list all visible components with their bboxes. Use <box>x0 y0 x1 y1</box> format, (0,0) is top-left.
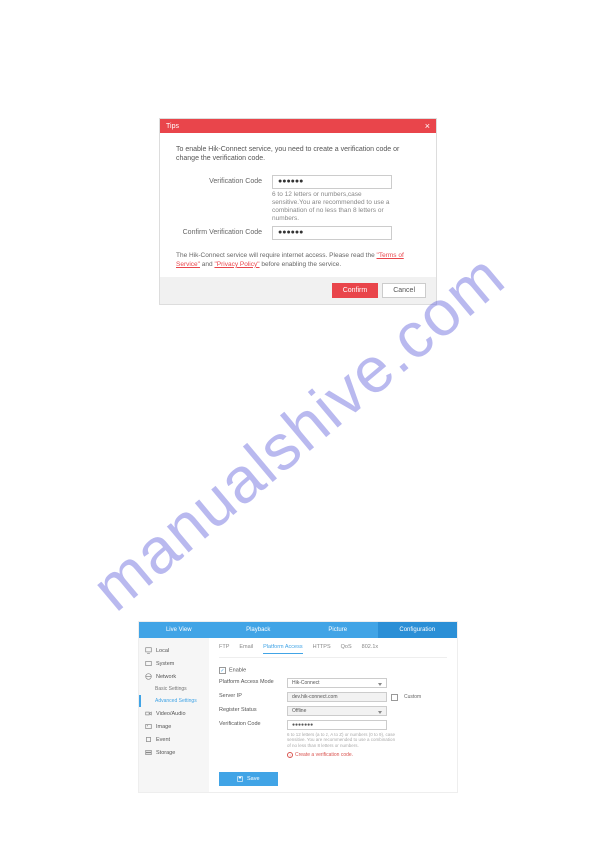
dialog-body: To enable Hik-Connect service, you need … <box>160 133 436 277</box>
custom-checkbox[interactable] <box>391 694 398 701</box>
sidebar-item-label: Network <box>156 674 176 680</box>
tab-live-view[interactable]: Live View <box>139 622 219 638</box>
verification-code-label: Verification Code <box>176 175 272 222</box>
server-ip-input[interactable]: dev.hik-connect.com <box>287 692 387 702</box>
tab-picture[interactable]: Picture <box>298 622 378 638</box>
tab-playback[interactable]: Playback <box>219 622 299 638</box>
register-status-field: Offline <box>287 706 387 716</box>
sidebar-item-label: System <box>156 661 174 667</box>
vcode-input[interactable]: ●●●●●●● <box>287 720 387 730</box>
dialog-intro-text: To enable Hik-Connect service, you need … <box>176 145 420 163</box>
register-status-row: Register Status Offline <box>219 706 447 716</box>
sidebar-item-label: Image <box>156 724 171 730</box>
globe-icon <box>145 673 152 680</box>
verification-code-input[interactable]: ●●●●●● <box>272 175 392 189</box>
confirm-code-row: Confirm Verification Code ●●●●●● <box>176 226 420 240</box>
sidebar-item-label: Advanced Settings <box>155 698 197 704</box>
sidebar-item-storage[interactable]: Storage <box>139 746 209 759</box>
sidebar-item-label: Event <box>156 737 170 743</box>
enable-checkbox[interactable]: ✓ <box>219 667 226 674</box>
configuration-panel: Live View Playback Picture Configuration… <box>138 621 458 793</box>
verification-code-row: Verification Code ●●●●●●● 6 to 12 letter… <box>219 720 447 758</box>
warning-label: Create a verification code. <box>295 752 353 758</box>
close-icon[interactable]: × <box>425 121 430 131</box>
server-ip-row: Server IP dev.hik-connect.com Custom <box>219 692 447 702</box>
monitor-icon <box>145 647 152 654</box>
dialog-title: Tips <box>166 123 425 130</box>
tips-dialog: Tips × To enable Hik-Connect service, yo… <box>159 118 437 305</box>
sidebar-item-local[interactable]: Local <box>139 644 209 657</box>
system-icon <box>145 660 152 667</box>
warning-icon: ! <box>287 752 293 758</box>
register-status-label: Register Status <box>219 706 287 713</box>
legal-suffix: before enabling the service. <box>260 261 342 268</box>
confirm-code-label: Confirm Verification Code <box>176 226 272 240</box>
subtab-8021x[interactable]: 802.1x <box>362 644 379 654</box>
sidebar-item-system[interactable]: System <box>139 657 209 670</box>
sidebar-item-label: Storage <box>156 750 175 756</box>
sub-tabs: FTP Email Platform Access HTTPS QoS 802.… <box>219 644 447 658</box>
image-icon <box>145 723 152 730</box>
enable-row: ✓Enable <box>219 666 447 674</box>
sidebar-item-event[interactable]: Event <box>139 733 209 746</box>
legal-text: The Hik-Connect service will require int… <box>176 252 420 269</box>
sidebar-item-label: Video/Audio <box>156 711 186 717</box>
save-label: Save <box>247 776 260 782</box>
legal-prefix: The Hik-Connect service will require int… <box>176 252 377 259</box>
storage-icon <box>145 749 152 756</box>
sidebar-item-network[interactable]: Network <box>139 670 209 683</box>
save-icon <box>237 776 243 782</box>
tab-configuration[interactable]: Configuration <box>378 622 458 638</box>
sidebar-item-label: Local <box>156 648 169 654</box>
sidebar-item-advanced-settings[interactable]: Advanced Settings <box>139 695 209 707</box>
warning-text: ! Create a verification code. <box>287 752 447 758</box>
vcode-hint: 6 to 12 letters (a to z, A to Z) or numb… <box>287 732 397 748</box>
subtab-ftp[interactable]: FTP <box>219 644 229 654</box>
custom-label: Custom <box>404 694 421 700</box>
subtab-platform-access[interactable]: Platform Access <box>263 644 302 654</box>
platform-mode-row: Platform Access Mode Hik-Connect <box>219 678 447 688</box>
server-ip-label: Server IP <box>219 692 287 699</box>
legal-and: and <box>202 261 215 268</box>
video-icon <box>145 710 152 717</box>
verification-code-row: Verification Code ●●●●●● 6 to 12 letters… <box>176 175 420 222</box>
vcode-label: Verification Code <box>219 720 287 727</box>
subtab-https[interactable]: HTTPS <box>313 644 331 654</box>
cancel-button[interactable]: Cancel <box>382 283 426 298</box>
confirm-button[interactable]: Confirm <box>332 283 379 298</box>
sidebar-item-label: Basic Settings <box>155 686 187 692</box>
sidebar: Local System Network Basic Settings Adva… <box>139 638 209 792</box>
privacy-policy-link[interactable]: "Privacy Policy" <box>214 261 259 268</box>
content-area: FTP Email Platform Access HTTPS QoS 802.… <box>209 638 457 792</box>
save-button[interactable]: Save <box>219 772 278 786</box>
event-icon <box>145 736 152 743</box>
subtab-qos[interactable]: QoS <box>341 644 352 654</box>
subtab-email[interactable]: Email <box>239 644 253 654</box>
top-nav: Live View Playback Picture Configuration <box>139 622 457 638</box>
enable-label: Enable <box>229 668 246 674</box>
verification-code-hint: 6 to 12 letters or numbers,case sensitiv… <box>272 191 392 222</box>
sidebar-item-video-audio[interactable]: Video/Audio <box>139 707 209 720</box>
dialog-footer: Confirm Cancel <box>160 277 436 304</box>
sidebar-item-image[interactable]: Image <box>139 720 209 733</box>
confirm-code-input[interactable]: ●●●●●● <box>272 226 392 240</box>
platform-mode-label: Platform Access Mode <box>219 678 287 685</box>
dialog-titlebar: Tips × <box>160 119 436 133</box>
sidebar-item-basic-settings[interactable]: Basic Settings <box>139 683 209 695</box>
platform-mode-select[interactable]: Hik-Connect <box>287 678 387 688</box>
